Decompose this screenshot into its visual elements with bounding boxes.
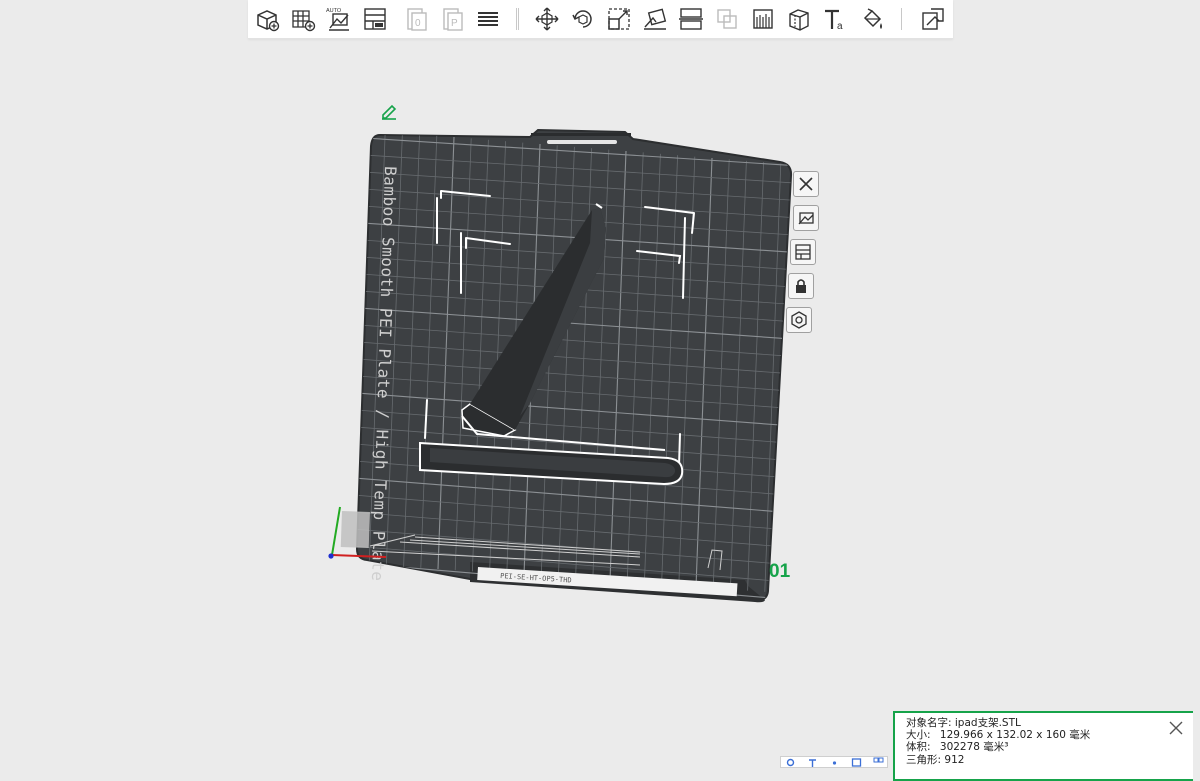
move-button[interactable] (532, 4, 562, 34)
seam-paint-icon (789, 9, 809, 31)
split-parts-button: P (438, 4, 468, 34)
seam-paint-button[interactable] (784, 4, 814, 34)
arrange-plate-button[interactable] (790, 239, 816, 265)
cut-button[interactable] (676, 4, 706, 34)
arrange-plate-icon (795, 244, 811, 260)
object-volume-value: 302278 毫米³ (939, 741, 1009, 754)
lay-on-face-icon (644, 8, 667, 30)
plate-index-label[interactable]: 01 (769, 561, 790, 583)
close-info-button[interactable] (1165, 717, 1187, 739)
toolbar-separator (901, 8, 902, 30)
text-emboss-button[interactable]: a (820, 4, 850, 34)
add-object-button[interactable] (252, 4, 282, 34)
add-plate-button[interactable] (288, 4, 318, 34)
auto-orient-icon: AUTO (326, 8, 349, 31)
object-volume-row: 体积: 302278 毫米³ (906, 741, 1183, 753)
auto-orient-button[interactable]: AUTO (324, 4, 354, 34)
auto-orient-plate-button[interactable] (793, 205, 819, 231)
plate-handle-lip (531, 133, 631, 136)
rotate-icon (572, 10, 592, 28)
object-triangles-label: 三角形: (906, 753, 942, 766)
boolean-button (712, 4, 742, 34)
main-toolbar: AUTO 0 Pa (248, 0, 953, 39)
split-objects-button: 0 (402, 4, 432, 34)
toolbar-separator (518, 8, 519, 30)
plate-handle-slot (547, 140, 617, 144)
arrange-button[interactable] (360, 4, 390, 34)
object-size-value: 129.966 x 132.02 x 160 毫米 (939, 729, 1091, 742)
support-paint-button[interactable] (748, 4, 778, 34)
move-icon (535, 7, 559, 31)
boolean-icon (717, 9, 737, 29)
split-parts-icon: P (443, 8, 463, 31)
plate-settings-button[interactable] (786, 307, 812, 333)
origin-pad (340, 510, 370, 548)
toolbar-separator (516, 8, 517, 30)
assembly-view-icon (922, 8, 944, 30)
assembly-view-button[interactable] (918, 4, 948, 34)
close-plate-button[interactable] (793, 171, 819, 197)
object-name-value: ipad支架.STL (954, 717, 1021, 729)
plate-settings-icon (791, 311, 807, 329)
svg-text:AUTO: AUTO (326, 8, 342, 14)
color-paint-icon (863, 8, 882, 29)
object-info-panel: 对象名字: ipad支架.STL 大小: 129.966 x 132.02 x … (893, 711, 1193, 781)
object-triangles-value: 912 (944, 753, 965, 766)
layers-button[interactable] (473, 4, 503, 34)
view-mode-bar (780, 756, 888, 768)
split-objects-icon: 0 (407, 8, 427, 31)
svg-text:a: a (837, 21, 843, 32)
add-object-icon (257, 10, 280, 32)
plate-scene[interactable]: Bamboo Smooth PEI Plate / High Temp Plat… (0, 38, 1200, 766)
cut-icon (679, 8, 703, 30)
svg-text:0: 0 (415, 18, 421, 29)
object-size-label: 大小: (906, 729, 931, 742)
arrange-icon (364, 8, 386, 30)
3d-viewport[interactable]: Bamboo Smooth PEI Plate / High Temp Plat… (0, 38, 1200, 766)
close-plate-icon (799, 177, 813, 191)
layers-icon (478, 12, 498, 26)
lock-plate-icon (796, 279, 806, 293)
rotate-button[interactable] (568, 4, 598, 34)
svg-text:P: P (451, 18, 458, 29)
text-emboss-icon: a (825, 9, 843, 32)
object-name-row: 对象名字: ipad支架.STL (906, 717, 1183, 729)
support-paint-icon (753, 9, 773, 29)
object-volume-label: 体积: (906, 741, 931, 754)
edit-plate-name-icon[interactable] (380, 102, 398, 120)
lay-on-face-button[interactable] (640, 4, 670, 34)
object-name-label: 对象名字: (906, 717, 952, 729)
scale-icon (608, 8, 630, 30)
object-size-row: 大小: 129.966 x 132.02 x 160 毫米 (906, 729, 1183, 741)
scale-button[interactable] (604, 4, 634, 34)
color-paint-button[interactable] (858, 4, 888, 34)
close-icon (1169, 721, 1183, 735)
add-plate-icon (292, 10, 316, 32)
lock-plate-button[interactable] (788, 273, 814, 299)
object-triangles-row: 三角形: 912 (906, 754, 1183, 766)
auto-orient-plate-icon (798, 212, 814, 225)
